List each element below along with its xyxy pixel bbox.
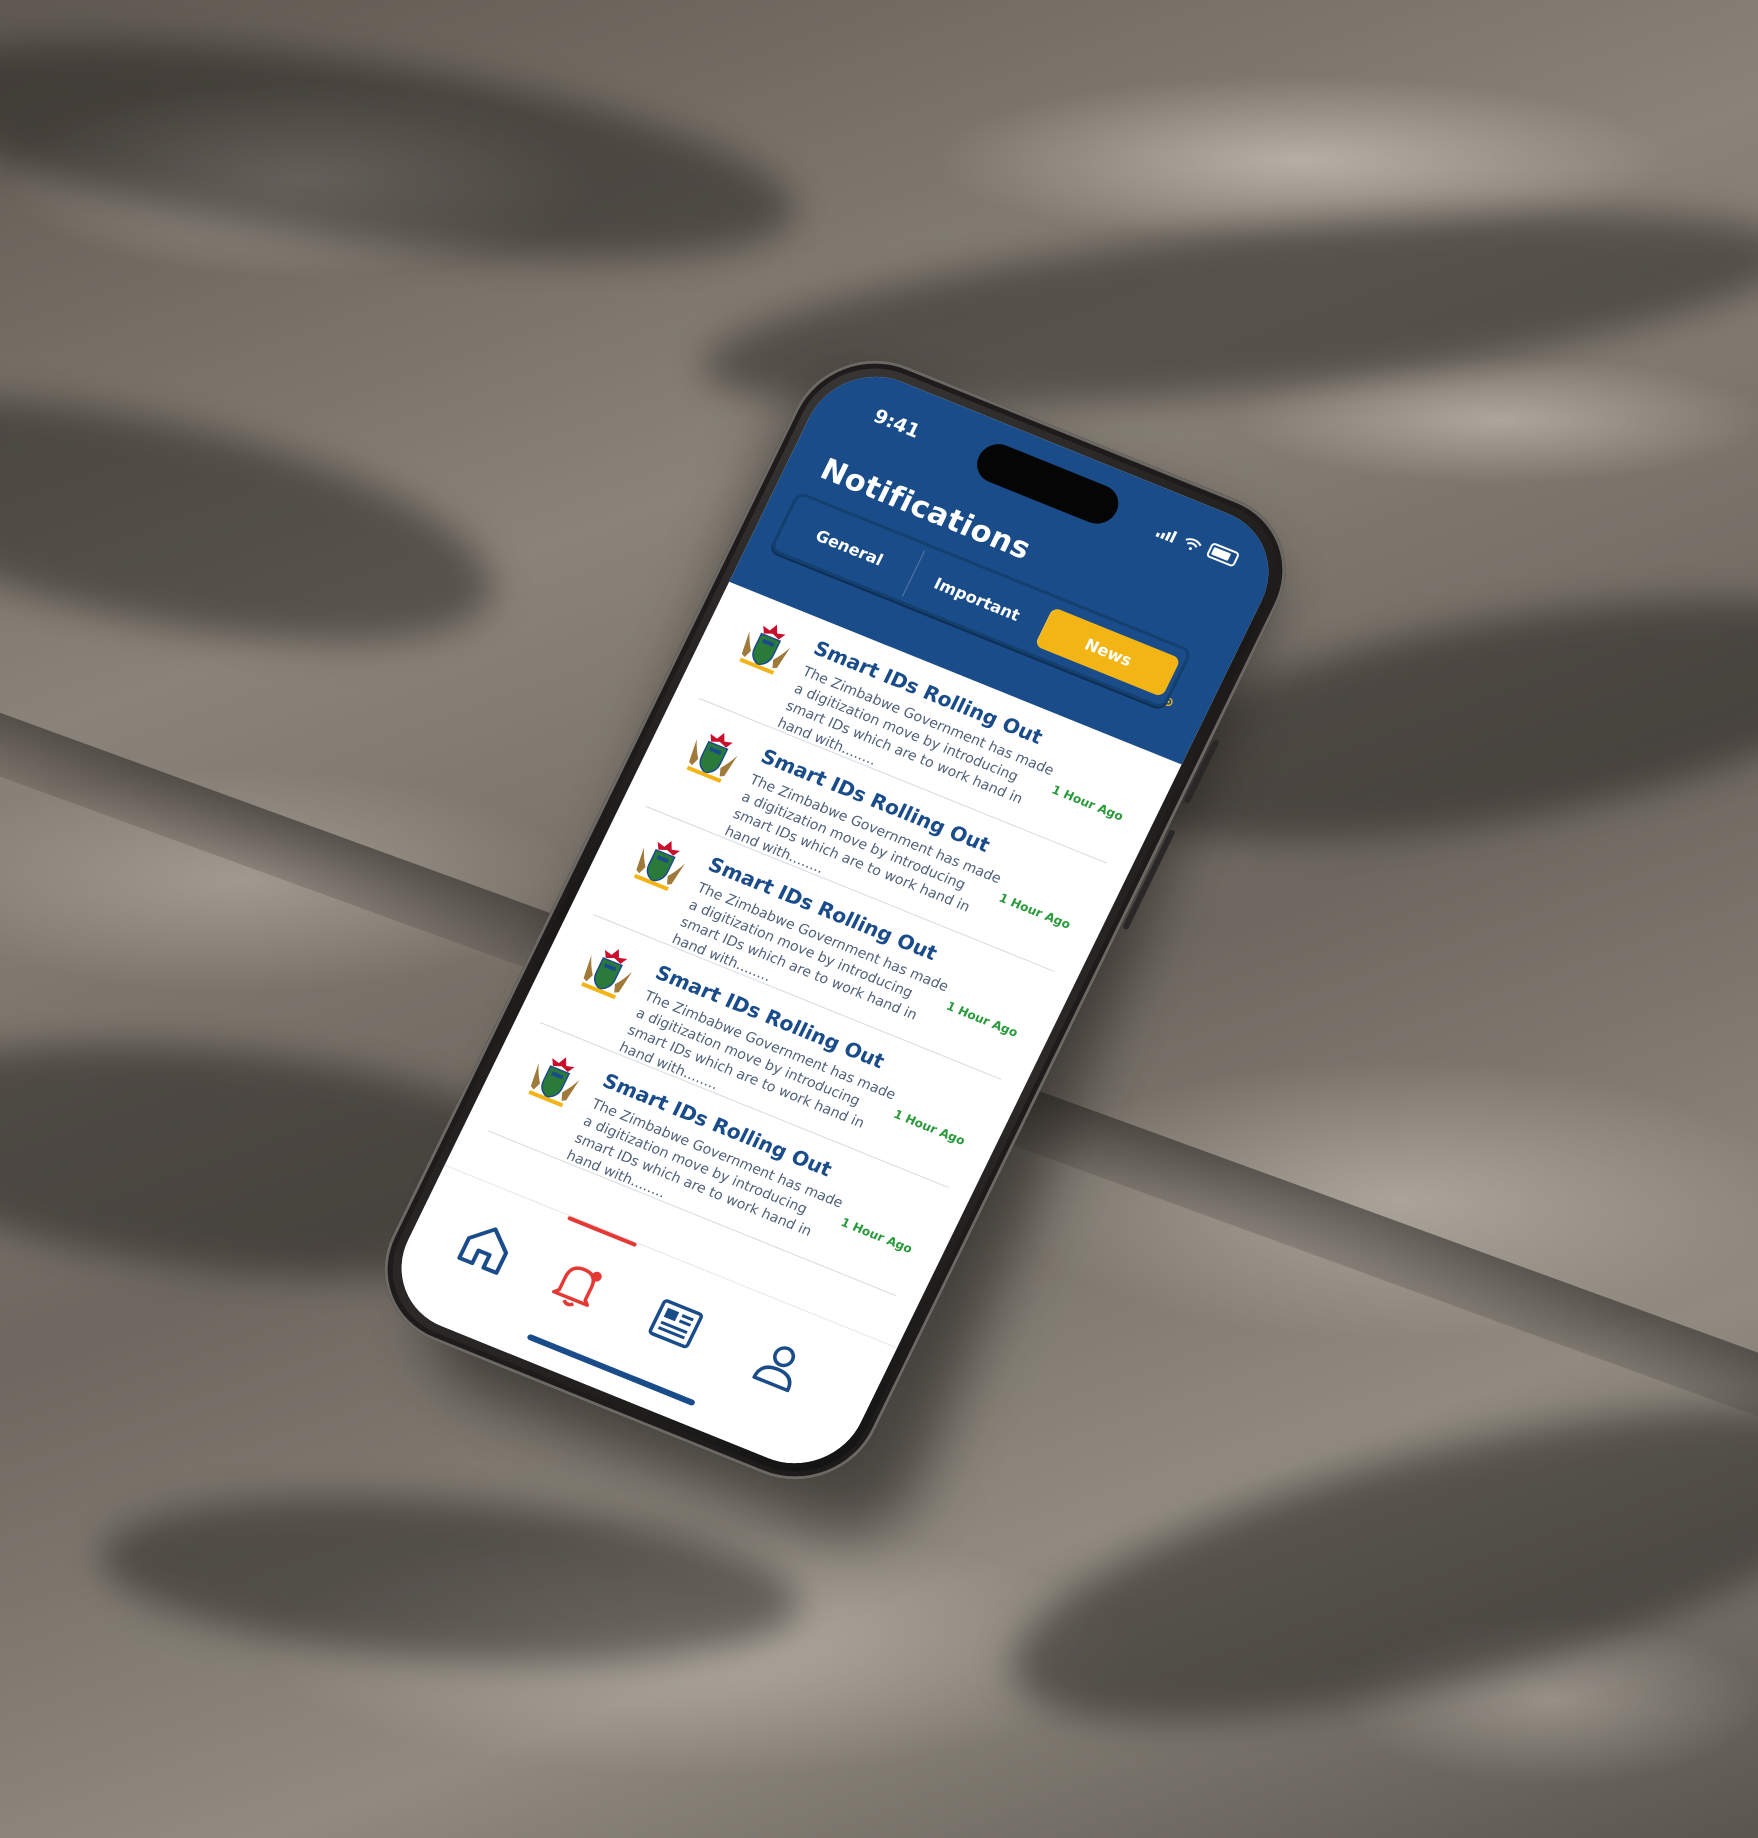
notification-time: 1 Hour Ago [891,1107,968,1148]
zimbabwe-coat-of-arms-icon [633,841,685,892]
zimbabwe-coat-of-arms-icon [686,732,738,783]
app-screen: 9:41 Notifications Mar [378,356,1292,1484]
notification-time: 1 Hour Ago [1049,782,1126,824]
newspaper-icon[interactable] [635,1285,717,1362]
phone-device: 9:41 Notifications Mar [356,336,1314,1504]
zimbabwe-coat-of-arms-icon [528,1057,580,1108]
leaf-shadow [0,0,809,302]
user-icon[interactable] [739,1327,821,1404]
battery-icon [1205,541,1241,568]
bell-icon[interactable] [537,1246,619,1323]
zimbabwe-coat-of-arms-icon [739,624,791,675]
signal-icon [1155,525,1179,543]
background-scene: 9:41 Notifications Mar [0,0,1758,1838]
notification-time: 1 Hour Ago [996,890,1073,932]
status-time: 9:41 [869,405,924,443]
status-icons [1155,522,1241,568]
notification-time: 1 Hour Ago [838,1215,915,1257]
zimbabwe-coat-of-arms-icon [581,949,633,1000]
phone-mockup: 9:41 Notifications Mar [356,330,1314,1559]
home-icon[interactable] [446,1209,528,1286]
notification-time: 1 Hour Ago [944,998,1021,1040]
wifi-icon [1185,538,1202,551]
tab-news[interactable]: News [1034,606,1182,697]
tab-important[interactable]: Important [901,549,1052,648]
